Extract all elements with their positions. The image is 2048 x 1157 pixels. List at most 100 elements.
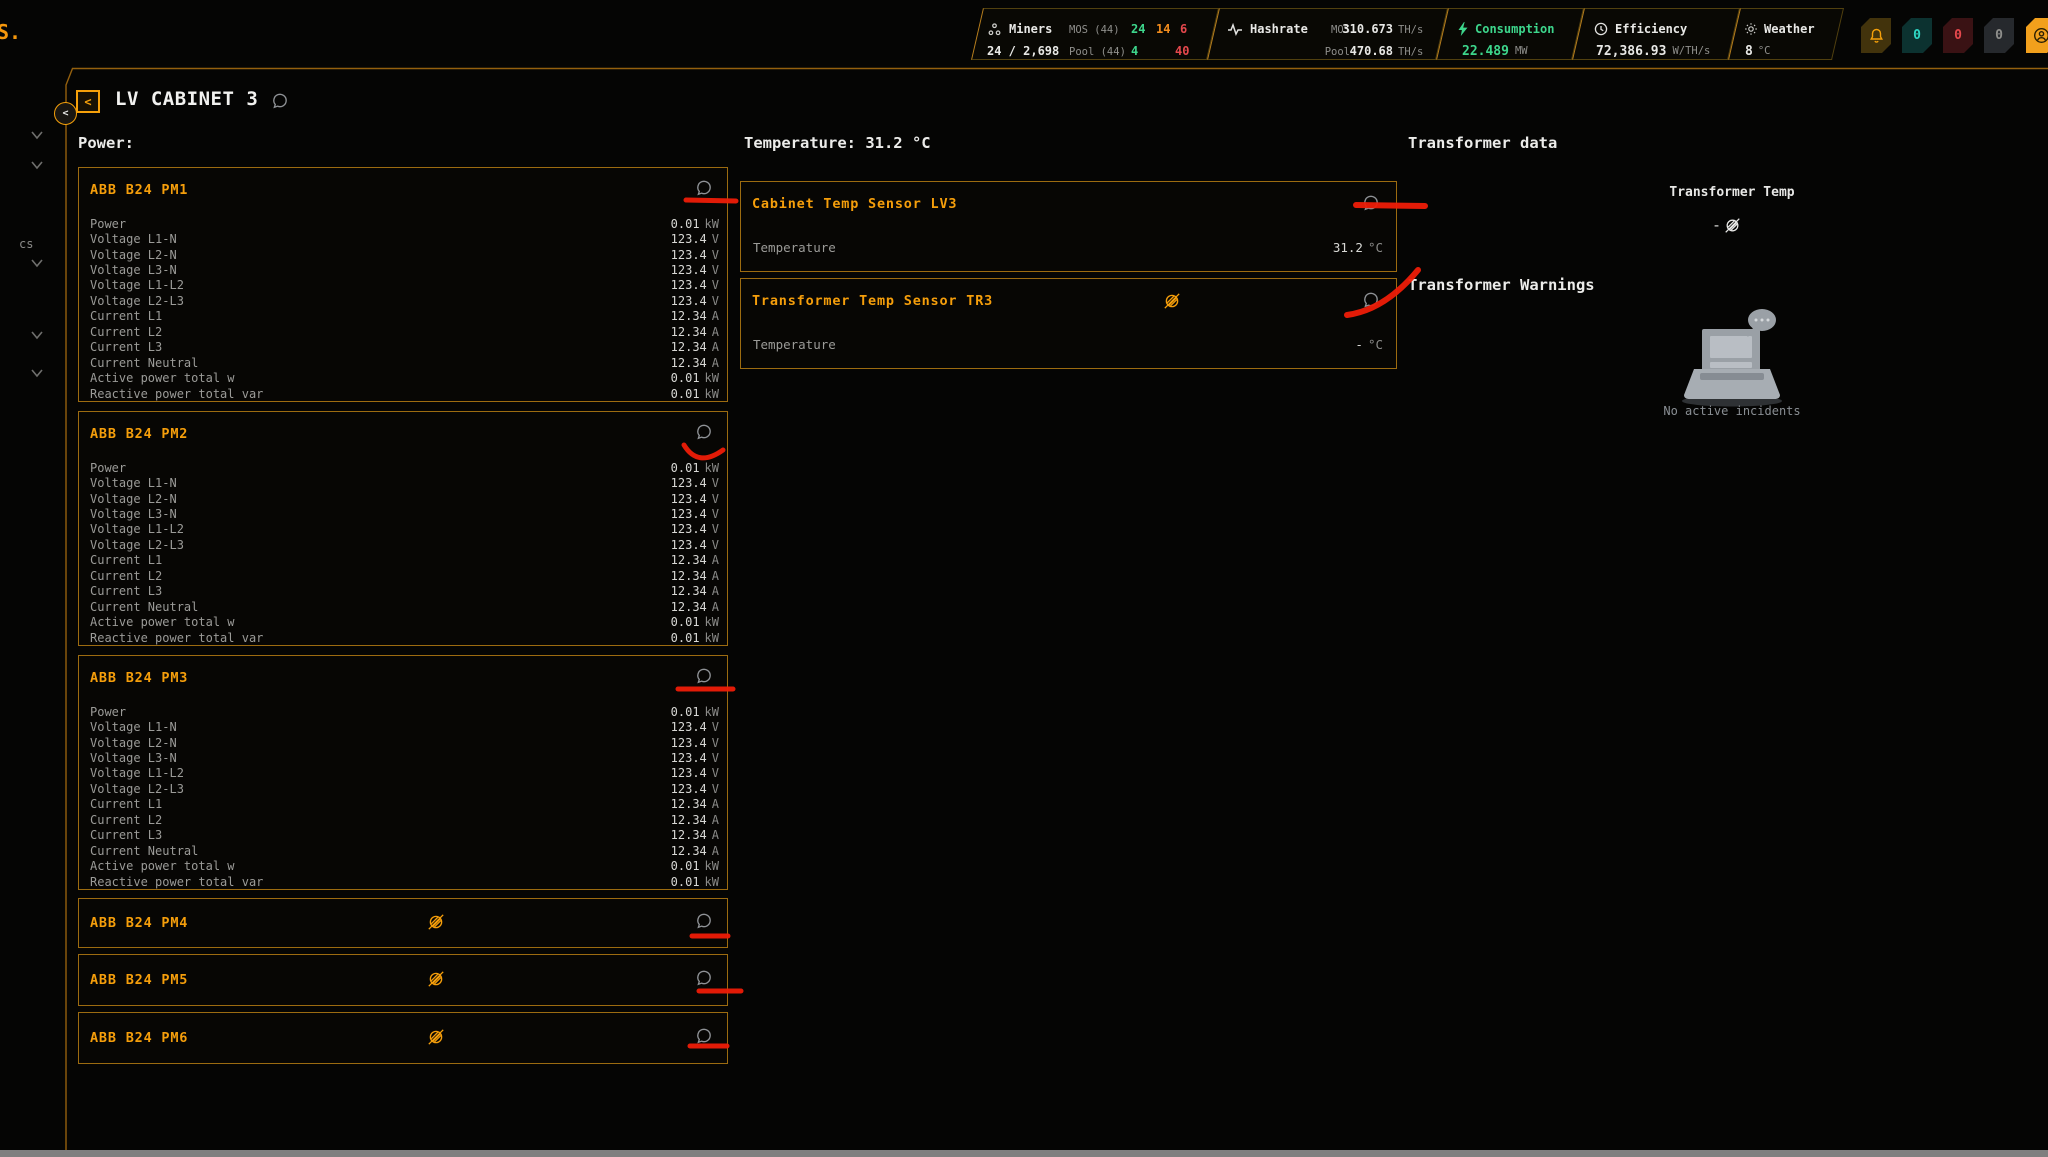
comment-bubble-icon[interactable] <box>695 423 713 441</box>
power-meter-card-pm3: ABB B24 PM3 Power0.01kWVoltage L1-N123.4… <box>78 655 728 890</box>
meter-row: Voltage L2-L3123.4V <box>90 537 719 552</box>
meter-row-unit: V <box>712 751 719 765</box>
meter-row-unit: A <box>712 797 719 811</box>
meter-row-label: Current L1 <box>90 309 162 323</box>
comment-bubble-icon[interactable] <box>1362 291 1380 309</box>
meter-row-label: Current L2 <box>90 325 162 339</box>
comment-bubble-icon[interactable] <box>695 912 713 930</box>
meter-row: Current L112.34A <box>90 309 719 324</box>
meter-row: Voltage L2-L3123.4V <box>90 293 719 308</box>
meter-row-value: 12.34 <box>671 844 707 858</box>
meter-row-value: 123.4 <box>671 538 707 552</box>
meter-row-value: 123.4 <box>671 766 707 780</box>
meter-row-unit: A <box>712 553 719 567</box>
meter-row: Power0.01kW <box>90 704 719 719</box>
meter-row-unit: V <box>712 476 719 490</box>
power-meter-card-pm6: ABB B24 PM6 <box>78 1012 728 1064</box>
sensor-row-label: Temperature <box>753 240 836 255</box>
meter-row-unit: kW <box>705 705 719 719</box>
meter-row-label: Voltage L2-L3 <box>90 538 184 552</box>
meter-row: Current L312.34A <box>90 340 719 355</box>
meter-row-value: 12.34 <box>671 797 707 811</box>
panel-collapse-button[interactable]: < <box>54 102 77 125</box>
transformer-temp-label: Transformer Temp <box>1652 185 1812 200</box>
meter-rows: Power0.01kWVoltage L1-N123.4VVoltage L2-… <box>90 216 719 401</box>
meter-row-unit: A <box>712 325 719 339</box>
sensor-row: Temperature -°C <box>753 337 1383 352</box>
meter-row-label: Voltage L2-L3 <box>90 294 184 308</box>
meter-row-value: 0.01 <box>671 631 700 645</box>
meter-row-unit: kW <box>705 631 719 645</box>
meter-row-label: Voltage L2-N <box>90 492 177 506</box>
meter-row-value: 12.34 <box>671 828 707 842</box>
comment-bubble-icon[interactable] <box>1362 194 1380 212</box>
meter-row-value: 0.01 <box>671 859 700 873</box>
section-transformer-data-heading: Transformer data <box>1408 134 1557 152</box>
sensor-unit: °C <box>1368 337 1383 352</box>
meter-row-value: 0.01 <box>671 875 700 889</box>
card-title: ABB B24 PM3 <box>90 670 188 686</box>
section-temperature-heading: Temperature: 31.2 °C <box>744 134 931 152</box>
meter-rows: Power0.01kWVoltage L1-N123.4VVoltage L2-… <box>90 460 719 645</box>
meter-row: Voltage L1-L2123.4V <box>90 278 719 293</box>
empty-inbox-illustration <box>1672 303 1792 407</box>
card-title: ABB B24 PM2 <box>90 426 188 442</box>
meter-row-unit: V <box>712 492 719 506</box>
meter-row-label: Current L2 <box>90 569 162 583</box>
meter-row-label: Power <box>90 705 126 719</box>
meter-row: Voltage L3-N123.4V <box>90 506 719 521</box>
meter-row-value: 0.01 <box>671 217 700 231</box>
sensor-value: 31.2 <box>1333 240 1363 255</box>
meter-row-label: Voltage L2-N <box>90 248 177 262</box>
meter-row-label: Current L3 <box>90 828 162 842</box>
meter-row: Reactive power total var0.01kW <box>90 630 719 645</box>
sensor-value: - <box>1355 337 1363 352</box>
comment-bubble-icon[interactable] <box>695 667 713 685</box>
page-comment-icon[interactable] <box>271 92 289 110</box>
meter-row-unit: A <box>712 340 719 354</box>
card-title: Transformer Temp Sensor TR3 <box>752 293 993 309</box>
meter-row-value: 12.34 <box>671 813 707 827</box>
meter-row-value: 123.4 <box>671 492 707 506</box>
meter-row-label: Current Neutral <box>90 356 198 370</box>
sensor-offline-icon <box>427 970 445 988</box>
meter-row-value: 123.4 <box>671 232 707 246</box>
meter-row-value: 12.34 <box>671 356 707 370</box>
meter-row-value: 123.4 <box>671 736 707 750</box>
meter-row-label: Power <box>90 461 126 475</box>
meter-row-label: Reactive power total var <box>90 387 263 401</box>
meter-row-unit: A <box>712 584 719 598</box>
meter-row: Current L312.34A <box>90 584 719 599</box>
meter-row-unit: kW <box>705 859 719 873</box>
meter-row-unit: V <box>712 278 719 292</box>
meter-row: Power0.01kW <box>90 216 719 231</box>
meter-row-value: 0.01 <box>671 371 700 385</box>
meter-row-label: Voltage L1-L2 <box>90 766 184 780</box>
meter-row-label: Current L1 <box>90 797 162 811</box>
meter-row: Voltage L2-N123.4V <box>90 735 719 750</box>
meter-row-unit: kW <box>705 461 719 475</box>
meter-row-unit: V <box>712 736 719 750</box>
meter-row: Active power total w0.01kW <box>90 614 719 629</box>
meter-row-value: 123.4 <box>671 507 707 521</box>
meter-row: Voltage L2-L3123.4V <box>90 781 719 796</box>
meter-row-label: Voltage L1-L2 <box>90 278 184 292</box>
meter-row-unit: V <box>712 263 719 277</box>
comment-bubble-icon[interactable] <box>695 1027 713 1045</box>
meter-row-value: 123.4 <box>671 476 707 490</box>
meter-row-label: Active power total w <box>90 371 235 385</box>
transformer-temp-value: - <box>1712 216 1721 234</box>
meter-row-label: Power <box>90 217 126 231</box>
meter-row: Current Neutral12.34A <box>90 599 719 614</box>
back-button[interactable]: < <box>76 90 100 113</box>
app-window: S. cs Miners MOS (44) 24 14 6 24 / 2,698… <box>0 0 2048 1157</box>
meter-row: Active power total w0.01kW <box>90 370 719 385</box>
section-power-heading: Power: <box>78 134 134 152</box>
meter-row-value: 12.34 <box>671 584 707 598</box>
meter-row-unit: V <box>712 294 719 308</box>
meter-row-label: Current L1 <box>90 553 162 567</box>
comment-bubble-icon[interactable] <box>695 969 713 987</box>
comment-bubble-icon[interactable] <box>695 179 713 197</box>
meter-row-unit: V <box>712 522 719 536</box>
meter-row-unit: V <box>712 232 719 246</box>
